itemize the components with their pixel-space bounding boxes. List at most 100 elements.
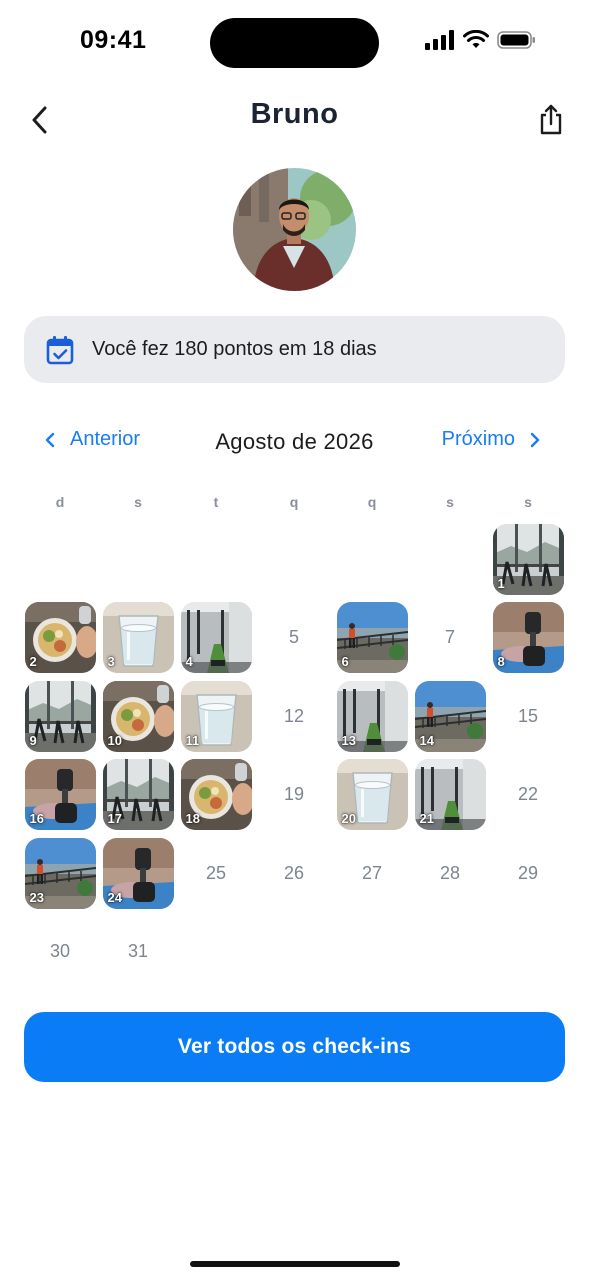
weekday-label: q	[367, 494, 377, 510]
day-number: 11	[185, 732, 200, 748]
checkin-photo-thumbnail[interactable]: 8	[492, 602, 564, 674]
day-number: 10	[107, 732, 122, 748]
calendar-day-21: 21	[411, 756, 489, 835]
calendar-day-10: 10	[99, 677, 177, 756]
checkin-photo-thumbnail[interactable]: 10	[102, 680, 174, 752]
calendar-empty-cell	[21, 520, 99, 599]
calendar-check-icon	[46, 335, 74, 364]
calendar-empty-cell	[99, 520, 177, 599]
checkin-photo-thumbnail[interactable]: 16	[24, 759, 96, 831]
signal-icon	[425, 30, 454, 50]
calendar-day-16: 16	[21, 756, 99, 835]
checkin-photo-thumbnail[interactable]: 23	[24, 837, 96, 909]
checkin-photo-thumbnail[interactable]: 13	[336, 680, 408, 752]
weekday-label: s	[524, 494, 532, 510]
calendar-empty-cell	[411, 520, 489, 599]
next-month-button[interactable]: Próximo	[442, 428, 541, 451]
calendar-day-8: 8	[489, 599, 567, 678]
day-number: 4	[185, 654, 193, 670]
day-number: 28	[439, 862, 461, 883]
checkin-photo-thumbnail[interactable]: 11	[180, 680, 252, 752]
calendar-day-15[interactable]: 15	[489, 677, 567, 756]
status-icons	[425, 30, 537, 50]
calendar-day-28[interactable]: 28	[411, 834, 489, 913]
calendar-day-12[interactable]: 12	[255, 677, 333, 756]
calendar-day-26[interactable]: 26	[255, 834, 333, 913]
calendar-day-7[interactable]: 7	[411, 599, 489, 678]
day-number: 7	[444, 627, 455, 648]
day-number: 12	[283, 705, 305, 726]
weekday-header: d s t q q s s	[21, 494, 567, 510]
calendar-day-13: 13	[333, 677, 411, 756]
weekday-label: s	[446, 494, 454, 510]
checkin-photo-thumbnail[interactable]: 1	[492, 523, 564, 595]
checkin-photo-thumbnail[interactable]: 9	[24, 680, 96, 752]
day-number: 6	[341, 654, 349, 670]
calendar-day-27[interactable]: 27	[333, 834, 411, 913]
day-number: 14	[419, 732, 434, 748]
day-number: 25	[205, 862, 227, 883]
calendar-day-9: 9	[21, 677, 99, 756]
calendar-empty-cell	[255, 520, 333, 599]
next-month-label: Próximo	[441, 428, 515, 450]
calendar-day-22[interactable]: 22	[489, 756, 567, 835]
day-number: 22	[517, 784, 539, 805]
checkin-photo-thumbnail[interactable]: 3	[102, 602, 174, 674]
day-number: 29	[517, 862, 539, 883]
chevron-right-icon	[530, 432, 540, 447]
day-number: 20	[341, 811, 356, 827]
day-number: 8	[497, 654, 505, 670]
calendar-day-17: 17	[99, 756, 177, 835]
calendar-day-2: 2	[21, 599, 99, 678]
day-number: 16	[29, 811, 44, 827]
checkin-photo-thumbnail[interactable]: 21	[414, 759, 486, 831]
checkin-photo-thumbnail[interactable]: 6	[336, 602, 408, 674]
day-number: 18	[185, 811, 200, 827]
weekday-label: d	[55, 494, 65, 510]
stats-text: Você fez 180 pontos em 18 dias	[92, 338, 377, 360]
day-number: 5	[288, 627, 299, 648]
checkin-photo-thumbnail[interactable]: 2	[24, 602, 96, 674]
calendar-day-4: 4	[177, 599, 255, 678]
checkin-photo-thumbnail[interactable]: 17	[102, 759, 174, 831]
calendar-day-25[interactable]: 25	[177, 834, 255, 913]
day-number: 9	[29, 732, 37, 748]
calendar-day-5[interactable]: 5	[255, 599, 333, 678]
share-button[interactable]	[531, 100, 571, 140]
day-number: 3	[107, 654, 115, 670]
calendar-day-24: 24	[99, 834, 177, 913]
calendar-day-31[interactable]: 31	[99, 913, 177, 992]
day-number: 15	[517, 705, 539, 726]
checkin-photo-thumbnail[interactable]: 14	[414, 680, 486, 752]
checkin-photo-thumbnail[interactable]: 20	[336, 759, 408, 831]
status-time: 09:41	[80, 26, 147, 54]
calendar-day-6: 6	[333, 599, 411, 678]
calendar-day-11: 11	[177, 677, 255, 756]
avatar	[233, 168, 356, 291]
day-number: 21	[419, 811, 434, 827]
weekday-label: s	[134, 494, 142, 510]
dynamic-island	[210, 18, 379, 68]
wifi-icon	[463, 30, 489, 48]
calendar-day-14: 14	[411, 677, 489, 756]
checkin-photo-thumbnail[interactable]: 24	[102, 837, 174, 909]
checkin-photo-thumbnail[interactable]: 4	[180, 602, 252, 674]
calendar-day-29[interactable]: 29	[489, 834, 567, 913]
calendar-day-30[interactable]: 30	[21, 913, 99, 992]
calendar-day-19[interactable]: 19	[255, 756, 333, 835]
day-number: 17	[107, 811, 122, 827]
day-number: 24	[107, 889, 122, 905]
calendar-day-1: 1	[489, 520, 567, 599]
day-number: 23	[29, 889, 44, 905]
day-number: 27	[361, 862, 383, 883]
day-number: 2	[29, 654, 37, 670]
calendar-empty-cell	[177, 520, 255, 599]
day-number: 30	[49, 941, 71, 962]
stats-banner: Você fez 180 pontos em 18 dias	[24, 316, 565, 383]
calendar-day-20: 20	[333, 756, 411, 835]
weekday-label: q	[289, 494, 299, 510]
view-all-checkins-button[interactable]: Ver todos os check-ins	[24, 1012, 565, 1082]
day-number: 31	[127, 941, 149, 962]
checkin-photo-thumbnail[interactable]: 18	[180, 759, 252, 831]
calendar-day-18: 18	[177, 756, 255, 835]
